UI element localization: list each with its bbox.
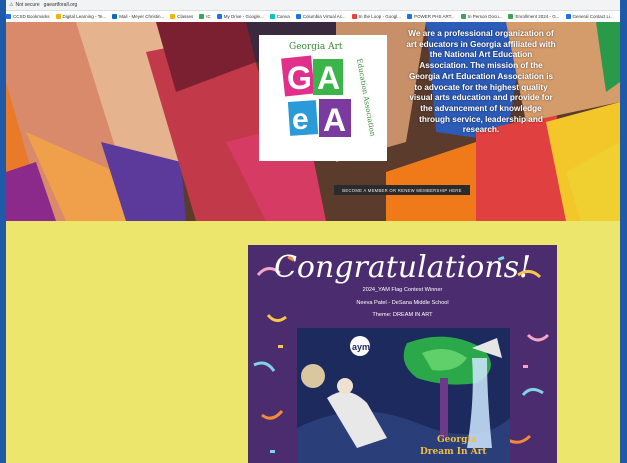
logo-letter-a: A xyxy=(317,60,340,96)
aym-badge: aym xyxy=(352,342,370,352)
bookmark-label: CCSD Bookmarks xyxy=(13,14,50,19)
bookmark-item[interactable]: POWER PHS ART... xyxy=(407,14,455,19)
bookmark-label: Canva xyxy=(276,14,290,19)
bookmark-favicon-icon xyxy=(6,14,11,19)
main-content: Congratulations! 2024_YAM Flag Contest W… xyxy=(6,221,620,463)
bookmark-label: Mail - Meyer Christin... xyxy=(119,14,165,19)
bookmark-item[interactable]: Columbia Virtual Ac... xyxy=(295,14,346,19)
bookmark-favicon-icon xyxy=(460,14,466,19)
art-caption-dream: Dream In Art xyxy=(420,447,487,457)
student-line: Neeva Patel - DeSana Middle School xyxy=(356,300,449,306)
congratulations-title: Congratulations! xyxy=(273,250,532,285)
bookmark-item[interactable]: General Contact Li... xyxy=(565,14,614,19)
bookmark-label: General Contact Li... xyxy=(572,14,614,19)
winning-artwork[interactable]: aym Georgia Dream In Art xyxy=(297,328,510,463)
bookmark-item[interactable]: In Person Docu... xyxy=(460,14,503,19)
logo-letter-e: e xyxy=(292,103,309,136)
bookmark-item[interactable]: Mail - Meyer Christin... xyxy=(112,14,164,19)
bookmark-label: Enrollment 2024 - G... xyxy=(515,14,560,19)
bookmark-item[interactable]: In the Loop - Googl... xyxy=(351,14,401,19)
bookmark-item[interactable]: My Drive - Google... xyxy=(216,14,264,19)
warning-icon: ⚠ xyxy=(9,2,14,8)
logo-letter-a2: A xyxy=(323,102,346,138)
bookmark-item[interactable]: Canva xyxy=(269,14,290,19)
browser-window: ⚠ Not secure gaeartforall.org CCSD Bookm… xyxy=(6,0,620,463)
art-caption-georgia: Georgia xyxy=(437,435,477,445)
bookmark-favicon-icon xyxy=(216,14,222,19)
logo-top-text: Georgia Art xyxy=(289,42,343,52)
bookmark-label: My Drive - Google... xyxy=(223,14,264,19)
right-frame xyxy=(620,0,627,463)
winner-line: 2024_YAM Flag Contest Winner xyxy=(362,287,443,293)
url-text[interactable]: gaeartforall.org xyxy=(44,2,78,8)
bookmark-favicon-icon xyxy=(351,14,357,19)
bookmark-favicon-icon xyxy=(269,14,275,19)
bookmark-item[interactable]: Classes xyxy=(170,14,193,19)
bookmark-favicon-icon xyxy=(199,14,205,19)
bookmark-favicon-icon xyxy=(55,14,61,19)
bookmark-favicon-icon xyxy=(508,14,514,19)
bookmark-label: In Person Docu... xyxy=(467,14,503,19)
mission-statement: We are a professional organization of ar… xyxy=(406,29,556,135)
bookmark-label: In the Loop - Googl... xyxy=(358,14,401,19)
bookmark-item[interactable]: Enrollment 2024 - G... xyxy=(508,14,560,19)
security-label: Not secure xyxy=(15,2,40,8)
logo-letter-g: G xyxy=(287,60,312,96)
bookmark-item[interactable]: CCSD Bookmarks xyxy=(6,14,50,19)
hero-banner: Georgia Art G A e A Education Associatio… xyxy=(6,22,620,221)
bookmark-label: Columbia Virtual Ac... xyxy=(302,14,346,19)
address-bar[interactable]: ⚠ Not secure gaeartforall.org xyxy=(6,0,620,11)
become-member-button[interactable]: BECOME A MEMBER OR RENEW MEMBERSHIP HERE xyxy=(334,185,470,195)
bookmark-label: IC xyxy=(206,14,211,19)
bookmark-favicon-icon xyxy=(170,14,176,19)
bookmark-favicon-icon xyxy=(112,14,118,19)
logo-side-text: Education Association xyxy=(355,58,377,137)
congratulations-card: Congratulations! 2024_YAM Flag Contest W… xyxy=(248,245,557,463)
bookmark-label: Digital Learning - Te... xyxy=(62,14,107,19)
bookmark-label: POWER PHS ART... xyxy=(414,14,455,19)
bookmark-label: Classes xyxy=(177,14,194,19)
bookmark-favicon-icon xyxy=(407,14,412,19)
bookmark-item[interactable]: Digital Learning - Te... xyxy=(55,14,107,19)
theme-line: Theme: DREAM IN ART xyxy=(372,312,433,318)
bookmark-favicon-icon xyxy=(565,14,571,19)
bookmark-item[interactable]: IC xyxy=(199,14,211,19)
gaea-logo[interactable]: Georgia Art G A e A Education Associatio… xyxy=(259,35,387,161)
bookmark-favicon-icon xyxy=(295,14,301,19)
